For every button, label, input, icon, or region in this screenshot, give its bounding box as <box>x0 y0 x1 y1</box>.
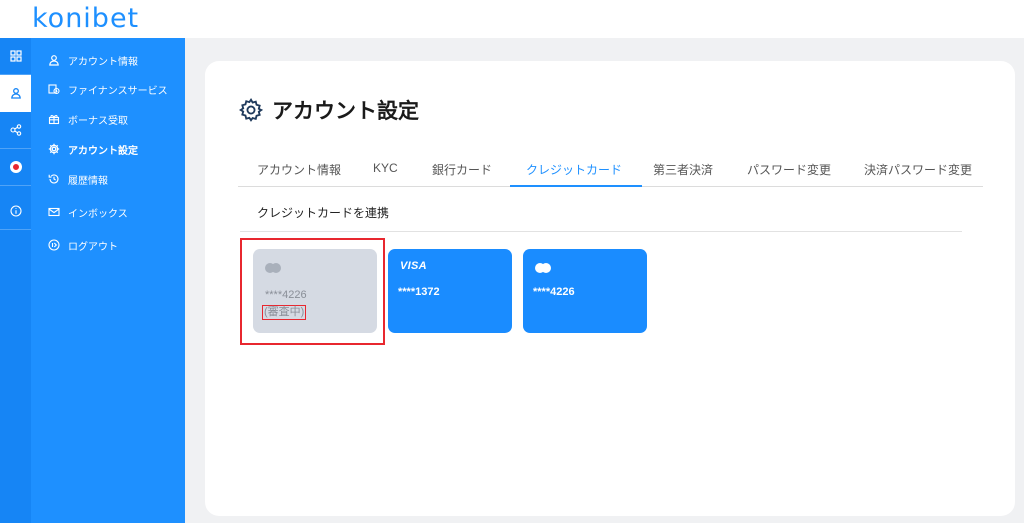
sidebar-item-bonus[interactable]: ボーナス受取 <box>47 109 128 129</box>
tab-account-info[interactable]: アカウント情報 <box>257 161 341 187</box>
sidebar-item-account-settings[interactable]: アカウント設定 <box>47 139 138 159</box>
bonus-icon <box>47 112 61 126</box>
share-icon <box>9 124 21 136</box>
record-icon <box>10 162 21 172</box>
gear-icon <box>238 97 264 122</box>
finance-icon <box>47 82 61 96</box>
rail-grid-button[interactable] <box>0 38 31 75</box>
mail-icon <box>47 205 61 219</box>
gear-icon <box>47 142 61 156</box>
grid-icon <box>9 50 22 62</box>
highlight-frame <box>240 238 385 345</box>
settings-tabs: アカウント情報 KYC 銀行カード クレジットカード 第三者決済 パスワード変更… <box>238 161 983 187</box>
sidebar-item-label: ボーナス受取 <box>68 115 128 127</box>
sidebar-item-account-info[interactable]: アカウント情報 <box>47 50 138 70</box>
sidebar-item-label: ログアウト <box>68 241 118 253</box>
rail-user-button[interactable] <box>0 75 31 112</box>
active-tab-indicator <box>510 185 642 187</box>
page-title-text: アカウント設定 <box>272 100 419 123</box>
rail-record-button[interactable] <box>0 149 31 186</box>
sidebar-item-logout[interactable]: ログアウト <box>47 235 118 255</box>
sidebar-item-label: インボックス <box>68 208 128 220</box>
brand-logo[interactable]: konibet <box>32 4 139 34</box>
history-icon <box>47 172 61 186</box>
main-panel: アカウント設定 アカウント情報 KYC 銀行カード クレジットカード 第三者決済… <box>205 61 1015 516</box>
sidebar-item-label: アカウント情報 <box>68 56 138 68</box>
mastercard-icon <box>535 263 551 273</box>
link-credit-card-label[interactable]: クレジットカードを連携 <box>257 204 389 221</box>
tab-password-change[interactable]: パスワード変更 <box>747 161 831 187</box>
credit-card-visa[interactable]: VISA ****1372 <box>388 249 512 333</box>
tab-credit-card[interactable]: クレジットカード <box>526 161 622 187</box>
tab-kyc[interactable]: KYC <box>373 161 398 187</box>
card-number: ****4226 <box>533 286 575 298</box>
sidebar-item-inbox[interactable]: インボックス <box>47 202 128 222</box>
rail-info-button[interactable] <box>0 193 31 230</box>
page-title: アカウント設定 <box>238 95 419 125</box>
user-icon <box>10 88 21 99</box>
rail-share-button[interactable] <box>0 112 31 149</box>
user-icon <box>47 53 61 67</box>
sidebar-item-label: アカウント設定 <box>68 145 138 157</box>
divider <box>240 231 962 232</box>
sidebar-item-label: 履歴情報 <box>68 175 108 187</box>
icon-rail <box>0 38 31 523</box>
visa-logo: VISA <box>400 260 427 272</box>
tab-payment-password-change[interactable]: 決済パスワード変更 <box>864 161 972 187</box>
sidebar: アカウント情報 ファイナンスサービス ボーナス受取 アカウント設定 履歴情報 イ… <box>31 38 185 523</box>
tab-bank-card[interactable]: 銀行カード <box>432 161 492 187</box>
card-number: ****1372 <box>398 286 440 298</box>
info-icon <box>9 205 22 217</box>
logout-icon <box>47 238 61 252</box>
credit-card-mastercard[interactable]: ****4226 <box>523 249 647 333</box>
logo-area: konibet <box>0 0 185 38</box>
sidebar-item-history[interactable]: 履歴情報 <box>47 169 108 189</box>
tab-third-party-payment[interactable]: 第三者決済 <box>653 161 713 187</box>
sidebar-item-finance[interactable]: ファイナンスサービス <box>47 79 168 99</box>
sidebar-item-label: ファイナンスサービス <box>68 85 168 97</box>
